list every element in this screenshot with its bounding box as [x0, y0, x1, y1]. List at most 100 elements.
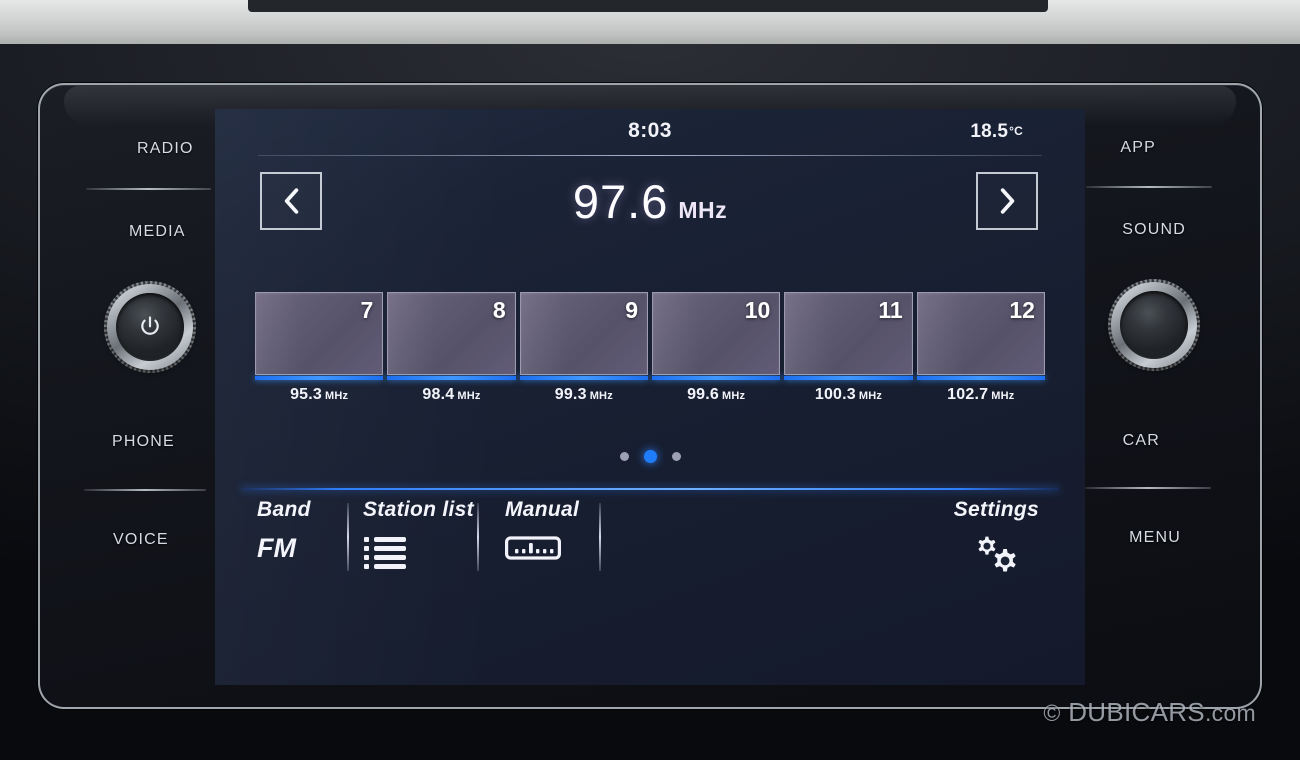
- preset-grid: 7 95.3 MHz 8 98.4 MHz 9 99.3 MHz 10 99.6…: [255, 292, 1045, 404]
- dashboard-photo: RADIO MEDIA PHONE VOICE APP SOUND CAR ME…: [0, 0, 1300, 760]
- page-indicator[interactable]: [215, 450, 1085, 463]
- bezel-button-menu[interactable]: MENU: [1129, 529, 1181, 547]
- next-station-button[interactable]: [976, 172, 1038, 230]
- band-label: Band: [257, 498, 311, 521]
- preset-number: 7: [360, 297, 374, 323]
- preset-frequency: 99.3 MHz: [520, 386, 648, 404]
- manual-label: Manual: [505, 498, 580, 521]
- clock: 8:03: [628, 119, 672, 142]
- preset-frequency: 102.7 MHz: [917, 386, 1045, 404]
- current-frequency: 97.6 MHz: [215, 174, 1085, 229]
- preset-frequency-unit: MHz: [722, 390, 746, 402]
- gears-icon: [978, 536, 1017, 572]
- preset-frequency: 100.3 MHz: [784, 386, 912, 404]
- band-selector[interactable]: Band FM: [257, 498, 311, 588]
- preset-thumbnail: 12: [916, 292, 1045, 375]
- preset-underline: [651, 376, 781, 380]
- watermark: © DUBICARS.com: [1043, 697, 1256, 728]
- preset-frequency-value: 99.3: [554, 386, 587, 403]
- power-volume-knob[interactable]: [104, 281, 196, 373]
- preset-frequency: 99.6 MHz: [652, 386, 780, 404]
- temperature-unit: °C: [1009, 124, 1023, 138]
- frequency-unit: MHz: [678, 197, 728, 223]
- infotainment-screen: 8:03 18.5°C 97.6 MHz 7 95.3 MHz 8 98.4 M…: [215, 109, 1085, 685]
- tuner-row: 97.6 MHz: [215, 164, 1085, 242]
- preset-thumbnail: 10: [651, 292, 781, 375]
- preset-frequency-unit: MHz: [858, 390, 883, 402]
- preset-frequency-value: 99.6: [687, 386, 720, 403]
- preset-underline: [387, 376, 516, 380]
- chevron-right-icon: [1000, 188, 1015, 214]
- preset-button[interactable]: 10 99.6 MHz: [651, 292, 781, 404]
- bezel-divider-left-bottom: [84, 489, 206, 491]
- preset-underline: [916, 376, 1045, 380]
- bezel-divider-left-top: [86, 188, 211, 190]
- preset-thumbnail: 9: [519, 292, 648, 375]
- preset-thumbnail: 11: [784, 292, 913, 375]
- preset-frequency-value: 102.7: [947, 386, 989, 403]
- bezel-button-sound[interactable]: SOUND: [1122, 221, 1186, 239]
- knob-face: [1120, 291, 1188, 359]
- bezel-button-car[interactable]: CAR: [1123, 432, 1160, 450]
- band-value: FM: [257, 533, 296, 563]
- windshield-shadow: [248, 0, 1048, 12]
- preset-thumbnail: 7: [255, 292, 384, 375]
- preset-button[interactable]: 11 100.3 MHz: [784, 292, 913, 404]
- preset-frequency-unit: MHz: [991, 390, 1015, 402]
- preset-thumbnail: 8: [387, 292, 516, 375]
- preset-frequency-value: 95.3: [290, 386, 323, 403]
- preset-number: 9: [625, 297, 638, 323]
- tune-knob[interactable]: [1108, 279, 1200, 371]
- bezel-button-phone[interactable]: PHONE: [112, 433, 175, 451]
- watermark-copyright: ©: [1043, 700, 1061, 726]
- preset-button[interactable]: 9 99.3 MHz: [519, 292, 648, 404]
- preset-button[interactable]: 7 95.3 MHz: [255, 292, 384, 404]
- preset-button[interactable]: 8 98.4 MHz: [387, 292, 516, 404]
- bezel-button-app[interactable]: APP: [1120, 139, 1156, 157]
- preset-number: 8: [492, 297, 506, 323]
- toolbar-separator: [599, 503, 601, 571]
- status-bar-divider: [258, 155, 1042, 156]
- knob-face: [116, 293, 184, 361]
- outside-temperature: 18.5°C: [970, 121, 1023, 143]
- preset-button[interactable]: 12 102.7 MHz: [916, 292, 1045, 404]
- toolbar-divider: [241, 488, 1059, 490]
- tuning-scale-icon: [505, 536, 561, 560]
- toolbar-separator: [347, 503, 349, 571]
- preset-frequency-unit: MHz: [457, 390, 481, 402]
- manual-tuning-button[interactable]: Manual: [505, 498, 579, 588]
- list-icon: [364, 537, 406, 569]
- bezel-button-media[interactable]: MEDIA: [129, 223, 186, 241]
- preset-underline: [255, 376, 384, 380]
- bezel-button-radio[interactable]: RADIO: [137, 140, 194, 158]
- frequency-value: 97.6: [572, 175, 669, 228]
- page-dot[interactable]: [671, 452, 681, 461]
- preset-number: 10: [744, 297, 771, 323]
- preset-underline: [784, 376, 913, 380]
- settings-button[interactable]: Settings: [954, 498, 1039, 588]
- page-dot[interactable]: [619, 452, 629, 461]
- preset-underline: [519, 376, 648, 380]
- station-list-button[interactable]: Station list: [363, 498, 474, 588]
- preset-frequency-unit: MHz: [325, 390, 349, 402]
- bezel-button-voice[interactable]: VOICE: [113, 531, 169, 549]
- power-icon: [141, 316, 159, 335]
- page-dot-active[interactable]: [643, 450, 657, 463]
- preset-number: 11: [878, 297, 903, 323]
- status-bar: 8:03 18.5°C: [215, 119, 1085, 153]
- preset-frequency: 98.4 MHz: [387, 386, 515, 404]
- preset-frequency-value: 98.4: [422, 386, 455, 403]
- watermark-tld: .com: [1204, 700, 1256, 726]
- settings-label: Settings: [953, 498, 1039, 521]
- preset-frequency: 95.3 MHz: [255, 386, 383, 404]
- temperature-value: 18.5: [970, 121, 1009, 142]
- station-list-label: Station list: [363, 498, 474, 521]
- bezel-divider-right-top: [1086, 186, 1212, 188]
- preset-number: 12: [1009, 297, 1035, 323]
- bezel-divider-right-bottom: [1085, 487, 1211, 489]
- watermark-brand: DUBICARS: [1068, 697, 1205, 727]
- toolbar-separator: [477, 503, 479, 571]
- bottom-toolbar: Band FM Station list Manual Settings: [245, 498, 1055, 593]
- preset-frequency-value: 100.3: [814, 386, 856, 403]
- preset-frequency-unit: MHz: [589, 390, 613, 402]
